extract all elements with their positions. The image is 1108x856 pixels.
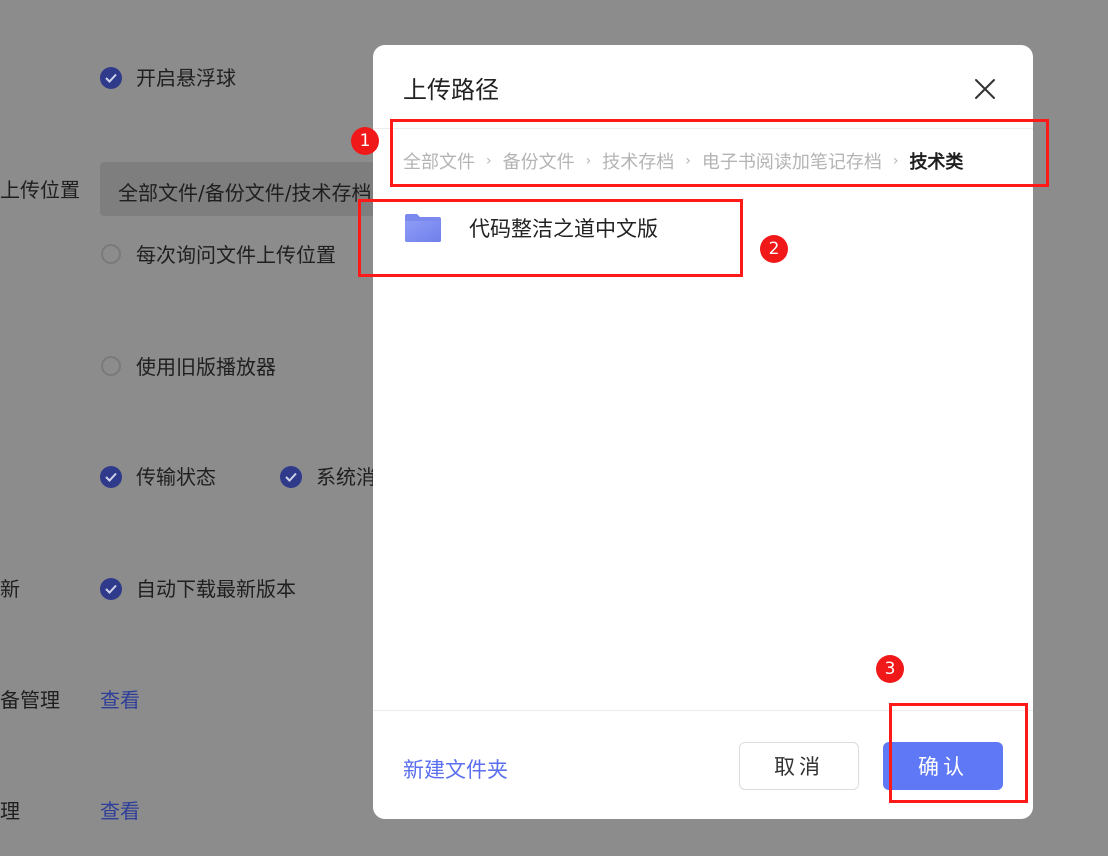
cancel-button[interactable]: 取消 (739, 742, 859, 790)
upload-location-label: 上传位置 (0, 178, 80, 202)
auto-download-checkbox[interactable] (100, 578, 122, 600)
annotation-box-3 (889, 703, 1028, 803)
update-label: 新 (0, 577, 20, 601)
old-player-label: 使用旧版播放器 (136, 355, 276, 379)
check-icon (105, 73, 117, 83)
close-button[interactable] (969, 73, 1001, 105)
annotation-number-2: 2 (760, 235, 788, 263)
annotation-box-2 (358, 199, 743, 277)
annotation-number-3: 3 (876, 655, 904, 683)
check-icon (285, 472, 297, 482)
dialog-title: 上传路径 (403, 76, 499, 104)
auto-download-label: 自动下载最新版本 (136, 577, 296, 601)
check-icon (105, 472, 117, 482)
new-folder-link[interactable]: 新建文件夹 (403, 754, 508, 784)
check-icon (105, 584, 117, 594)
close-icon[interactable] (969, 73, 1001, 105)
system-msg-label: 系统消 (316, 465, 376, 489)
mgmt-label: 理 (0, 799, 20, 823)
annotation-number-1: 1 (351, 127, 379, 155)
device-mgmt-view-link[interactable]: 查看 (100, 688, 140, 712)
system-msg-checkbox[interactable] (280, 466, 302, 488)
old-player-radio[interactable] (101, 356, 121, 376)
annotation-box-1 (390, 119, 1049, 187)
transfer-status-label: 传输状态 (136, 465, 216, 489)
device-mgmt-label: 备管理 (0, 688, 60, 712)
ask-each-time-label: 每次询问文件上传位置 (136, 243, 336, 267)
upload-location-field[interactable]: 全部文件/备份文件/技术存档 (100, 162, 390, 216)
float-ball-checkbox[interactable] (100, 67, 122, 89)
transfer-status-checkbox[interactable] (100, 466, 122, 488)
ask-each-time-radio[interactable] (101, 244, 121, 264)
float-ball-label: 开启悬浮球 (136, 66, 236, 90)
mgmt-view-link[interactable]: 查看 (100, 799, 140, 823)
